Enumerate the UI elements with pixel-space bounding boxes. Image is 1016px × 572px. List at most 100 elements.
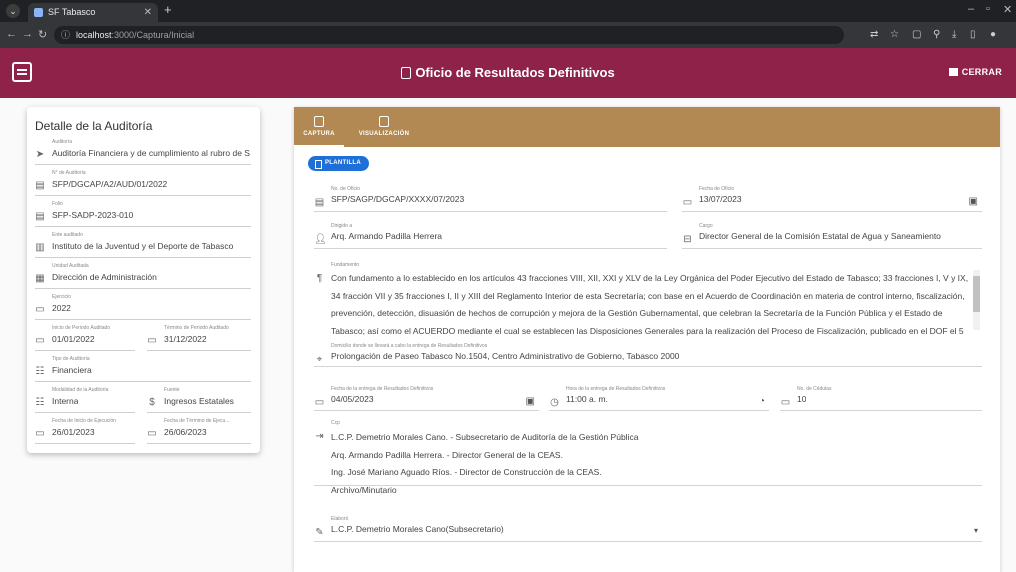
id-card-icon: ▤ xyxy=(35,180,45,191)
site-info-icon[interactable]: ⓘ xyxy=(61,26,70,44)
browser-tab[interactable]: SF Tabasco ✕ xyxy=(28,3,158,22)
fecha-entrega-field[interactable]: ▭ Fecha de la entrega de Resultados Defi… xyxy=(314,386,539,411)
url-input[interactable]: ⓘ localhost:3000/Captura/Inicial xyxy=(54,26,844,44)
calendar-icon: ▭ xyxy=(35,304,45,315)
field-value: Dirección de Administración xyxy=(52,272,157,282)
dirigido-field[interactable]: 👤︎ Dirigido a Arq. Armando Padilla Herre… xyxy=(314,223,667,249)
field-label: Auditoría xyxy=(52,139,73,145)
field-value: Ingresos Estatales xyxy=(164,396,234,406)
edit-icon xyxy=(314,116,324,127)
forward-icon[interactable]: → xyxy=(22,28,33,40)
time-picker-icon[interactable]: ◔ xyxy=(759,396,765,407)
field-label: N° de Auditoría xyxy=(52,170,86,176)
calendar-picker-icon[interactable]: ▣ xyxy=(526,396,535,407)
field-label: Fecha de la entrega de Resultados Defini… xyxy=(331,386,434,392)
tab-bar: CAPTURA VISUALIZACIÓN xyxy=(294,107,1000,147)
no-oficio-field[interactable]: ▤ No. de Oficio SFP/SAGP/DGCAP/XXXX/07/2… xyxy=(314,186,667,212)
org-chart-icon: ⊟ xyxy=(683,234,692,245)
plantilla-button[interactable]: PLANTILLA xyxy=(308,156,370,171)
tab-captura[interactable]: CAPTURA xyxy=(294,107,344,147)
elaboro-select[interactable]: ✎ Elaboró L.C.P. Demetrio Morales Cano(S… xyxy=(314,516,982,542)
logout-button[interactable]: CERRAR xyxy=(948,67,1002,77)
tab-close-icon[interactable]: ✕ xyxy=(144,3,152,22)
field-label: Ccp xyxy=(331,420,340,426)
calendar-icon: ▭ xyxy=(147,335,157,346)
translate-icon[interactable]: ⇄ xyxy=(870,29,878,40)
tab-visualizacion[interactable]: VISUALIZACIÓN xyxy=(344,107,424,147)
hora-entrega-field[interactable]: ◷ Hora de la entrega de Resultados Defin… xyxy=(549,386,769,411)
field-label: Fuente xyxy=(164,387,180,393)
field-value: Financiera xyxy=(52,365,92,375)
field-value: Prolongación de Paseo Tabasco No.1504, C… xyxy=(331,351,680,361)
id-card-icon: ▤ xyxy=(314,197,325,208)
logout-label: CERRAR xyxy=(961,67,1002,77)
new-tab-icon[interactable]: + xyxy=(164,2,172,17)
tab-favicon-icon xyxy=(34,8,43,17)
form-panel: CAPTURA VISUALIZACIÓN PLANTILLA ▤ No. de… xyxy=(294,107,1000,572)
document-icon xyxy=(379,116,389,127)
page-title-text: Oficio de Resultados Definitivos xyxy=(415,65,615,80)
counter-icon: ▭ xyxy=(780,397,791,408)
calendar-picker-icon[interactable]: ▣ xyxy=(969,196,978,207)
field-value: Arq. Armando Padilla Herrera xyxy=(331,231,443,241)
cedulas-field[interactable]: ▭ No. de Cédulas 10 xyxy=(780,386,982,411)
field-modalidad: ☷ Modalidad de la Auditoría Interna xyxy=(35,387,135,413)
tab-search-icon[interactable]: ▢ xyxy=(912,29,921,40)
field-termino-periodo: ▭ Término de Periodo Auditado 31/12/2022 xyxy=(147,325,251,351)
field-label: No. de Cédulas xyxy=(797,386,832,392)
forward-mail-icon: ⇥ xyxy=(315,431,324,442)
ccp-line: L.C.P. Demetrio Morales Cano. - Subsecre… xyxy=(331,432,639,442)
field-label: Hora de la entrega de Resultados Definit… xyxy=(566,386,666,392)
profile-icon[interactable]: ● xyxy=(990,29,996,40)
download-icon[interactable]: ⤓ xyxy=(952,29,956,40)
calendar-icon: ▭ xyxy=(147,428,157,439)
field-unidad-auditada: ▦ Unidad Auditada Dirección de Administr… xyxy=(35,263,251,289)
scrollbar-thumb[interactable] xyxy=(973,276,980,312)
ccp-line: Ing. José Mariano Aguado Ríos. - Directo… xyxy=(331,467,602,477)
bookmark-star-icon[interactable]: ☆ xyxy=(890,29,899,40)
ccp-line: Arq. Armando Padilla Herrera. - Director… xyxy=(331,449,563,460)
calendar-icon: ▭ xyxy=(35,335,45,346)
window-close-icon[interactable]: ✕ xyxy=(1003,3,1012,16)
logout-icon xyxy=(948,68,958,76)
url-host: localhost xyxy=(76,30,112,40)
tab-title: SF Tabasco xyxy=(48,7,96,17)
field-value: Interna xyxy=(52,396,79,406)
ccp-textarea[interactable]: ⇥ Ccp L.C.P. Demetrio Morales Cano. - Su… xyxy=(314,420,982,495)
calendar-icon: ▭ xyxy=(314,397,325,408)
arrow-right-icon: ➤ xyxy=(35,149,45,160)
dropdown-arrow-icon[interactable]: ▾ xyxy=(974,526,978,535)
office-icon: ▦ xyxy=(35,273,45,284)
cargo-field[interactable]: ⊟ Cargo Director General de la Comisión … xyxy=(682,223,982,249)
field-inicio-ejecucion: ▭ Fecha de Inicio de Ejecución 26/01/202… xyxy=(35,418,135,444)
field-label: Fundamento xyxy=(331,262,360,268)
reload-icon[interactable]: ↻ xyxy=(38,28,47,41)
browser-menu-icon[interactable]: ⌄ xyxy=(6,4,20,18)
plantilla-label: PLANTILLA xyxy=(325,160,362,166)
fecha-oficio-field[interactable]: ▭ Fecha de Oficio 13/07/2023 ▣ xyxy=(682,186,982,212)
sidebar-icon[interactable]: ▯ xyxy=(970,29,976,40)
maximize-icon[interactable]: ▫ xyxy=(986,3,990,15)
field-value: 01/01/2022 xyxy=(52,334,95,344)
tab-label: VISUALIZACIÓN xyxy=(358,131,410,137)
id-card-icon: ▤ xyxy=(35,211,45,222)
field-label: Tipo de Auditoría xyxy=(52,356,90,362)
person-icon: 👤︎ xyxy=(314,234,327,245)
location-pin-icon: ⌖ xyxy=(316,354,323,365)
field-label: Fecha de Oficio xyxy=(699,186,735,192)
fundamento-line: Con fundamento a lo establecido en los a… xyxy=(331,273,969,283)
fundamento-textarea[interactable]: ¶ Fundamento Con fundamento a lo estable… xyxy=(314,262,982,342)
minimize-icon[interactable]: – xyxy=(968,3,974,15)
clock-icon: ◷ xyxy=(550,397,559,408)
ccp-text: L.C.P. Demetrio Morales Cano. - Subsecre… xyxy=(331,429,638,499)
domicilio-field[interactable]: ⌖ Domicilio donde se llevará a cabo la e… xyxy=(314,343,982,367)
field-folio: ▤ Folio SFP-SADP-2023-010 xyxy=(35,201,251,227)
field-label: Inicio de Periodo Auditado xyxy=(52,325,111,331)
field-value: Instituto de la Juventud y el Deporte de… xyxy=(52,241,234,251)
fundamento-scrollbar[interactable] xyxy=(973,270,980,330)
field-termino-ejecucion: ▭ Fecha de Término de Ejecu... 26/06/202… xyxy=(147,418,251,444)
ccp-line: Archivo/Minutario xyxy=(331,484,397,495)
field-label: Ente auditado xyxy=(52,232,83,238)
back-icon[interactable]: ← xyxy=(6,28,17,40)
extensions-icon[interactable]: ⚲ xyxy=(933,29,940,40)
